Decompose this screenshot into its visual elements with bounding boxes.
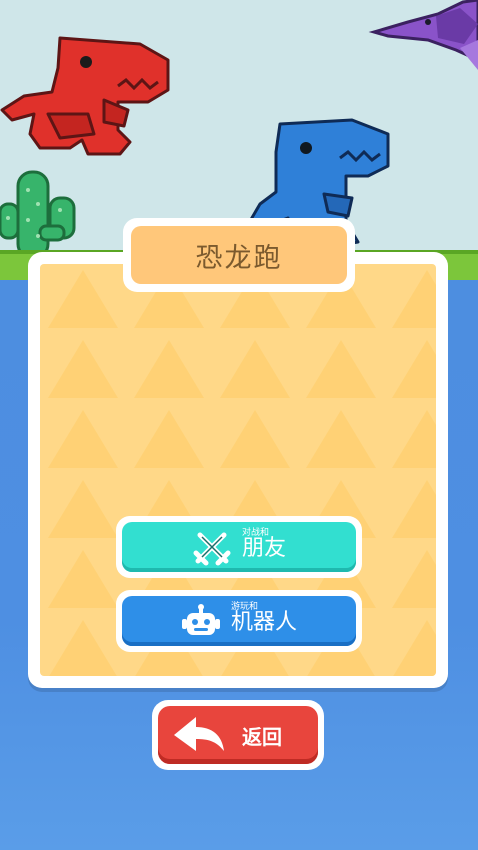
title-tab: 恐龙跑 (123, 218, 355, 292)
page-title: 恐龙跑 (131, 226, 347, 284)
purple-pterodactyl-sprite (368, 0, 478, 70)
robot-icon (181, 604, 220, 635)
play-with-friend-button[interactable]: 对战和 朋友 (116, 516, 362, 578)
cactus-sprite (0, 170, 76, 258)
back-arrow-icon (174, 717, 224, 751)
red-dino-sprite (0, 36, 170, 156)
robot-button-label: 游玩和 机器人 (231, 602, 297, 635)
back-button[interactable]: 返回 (152, 700, 324, 770)
robot-button-small-label: 游玩和 (230, 602, 258, 612)
crossed-swords-icon (193, 532, 231, 566)
play-with-robot-button[interactable]: 游玩和 机器人 (116, 590, 362, 652)
back-button-label: 返回 (242, 724, 282, 749)
friend-button-label: 对战和 朋友 (242, 528, 286, 561)
friend-button-small-label: 对战和 (241, 528, 269, 538)
